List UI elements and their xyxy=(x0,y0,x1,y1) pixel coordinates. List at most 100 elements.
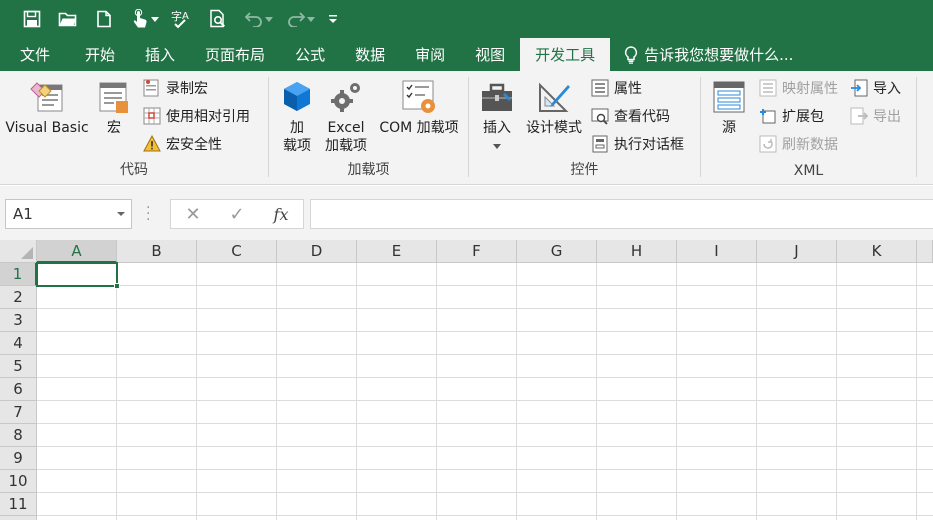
run-dialog-button[interactable]: 执行对话框 xyxy=(591,133,684,155)
gridline xyxy=(37,423,933,424)
worksheet-grid[interactable]: A B C D E F G H I J K 1 2 3 4 5 6 7 8 9 … xyxy=(0,240,933,520)
row-header[interactable]: 11 xyxy=(0,493,37,516)
new-file-icon[interactable] xyxy=(86,0,122,38)
record-macro-button[interactable]: 录制宏 xyxy=(143,77,208,99)
macro-security-label: 宏安全性 xyxy=(166,137,222,153)
row-header[interactable]: 9 xyxy=(0,447,37,470)
design-mode-button[interactable]: 设计模式 xyxy=(521,79,587,137)
xml-group-label: XML xyxy=(793,163,824,179)
tab-data[interactable]: 数据 xyxy=(340,38,400,71)
gridline xyxy=(756,263,757,520)
select-all-button[interactable] xyxy=(0,240,37,263)
row-header[interactable]: 1 xyxy=(0,263,37,286)
gridline xyxy=(676,263,677,520)
column-header[interactable]: B xyxy=(117,240,197,263)
undo-dropdown-icon[interactable] xyxy=(264,0,274,38)
gridline xyxy=(916,263,917,520)
com-addins-button[interactable]: COM 加载项 xyxy=(373,79,465,137)
row-header[interactable]: 7 xyxy=(0,401,37,424)
row-header[interactable]: 5 xyxy=(0,355,37,378)
excel-addins-button[interactable]: Excel 加载项 xyxy=(321,79,371,155)
row-header[interactable]: 4 xyxy=(0,332,37,355)
tab-page-layout[interactable]: 页面布局 xyxy=(190,38,280,71)
enter-formula-button[interactable]: ✓ xyxy=(215,204,259,225)
gridline xyxy=(37,308,933,309)
record-macro-icon xyxy=(143,79,159,97)
row-header-partial[interactable] xyxy=(0,516,37,520)
column-header[interactable]: I xyxy=(677,240,757,263)
map-properties-button[interactable]: 映射属性 xyxy=(759,77,838,99)
row-header[interactable]: 6 xyxy=(0,378,37,401)
tab-insert[interactable]: 插入 xyxy=(130,38,190,71)
refresh-data-button[interactable]: 刷新数据 xyxy=(759,133,838,155)
record-macro-label: 录制宏 xyxy=(166,81,208,97)
gridline xyxy=(37,377,933,378)
column-header[interactable]: K xyxy=(837,240,917,263)
tab-formulas[interactable]: 公式 xyxy=(280,38,340,71)
macros-button[interactable]: 宏 xyxy=(94,79,134,137)
excel-addins-label-line2: 加载项 xyxy=(325,138,367,154)
addins-label-line2: 载项 xyxy=(283,138,311,154)
active-cell-a1[interactable] xyxy=(36,262,120,289)
tell-me-box[interactable]: 告诉我您想要做什么... xyxy=(610,38,793,71)
row-header[interactable]: 3 xyxy=(0,309,37,332)
column-header[interactable]: C xyxy=(197,240,277,263)
gridline xyxy=(37,354,933,355)
code-group-label: 代码 xyxy=(120,162,148,178)
gridline xyxy=(37,285,933,286)
expansion-packs-button[interactable]: 扩展包 xyxy=(759,105,824,127)
import-button[interactable]: 导入 xyxy=(850,77,901,99)
save-icon[interactable] xyxy=(14,0,50,38)
formula-bar-grip-icon[interactable]: · · · xyxy=(146,201,150,227)
lightbulb-icon xyxy=(625,45,638,64)
com-addins-label: COM 加载项 xyxy=(379,120,459,136)
properties-label: 属性 xyxy=(614,81,642,97)
column-header[interactable]: E xyxy=(357,240,437,263)
touch-mode-dropdown-icon[interactable] xyxy=(150,0,160,38)
addins-button[interactable]: 加 载项 xyxy=(277,79,317,155)
macro-security-button[interactable]: 宏安全性 xyxy=(143,133,222,155)
tab-review[interactable]: 审阅 xyxy=(400,38,460,71)
name-box-dropdown-icon[interactable] xyxy=(117,212,125,216)
xml-source-button[interactable]: 源 xyxy=(709,79,749,137)
gridline xyxy=(356,263,357,520)
column-header[interactable]: F xyxy=(437,240,517,263)
warning-icon xyxy=(143,135,161,152)
tab-view[interactable]: 视图 xyxy=(460,38,520,71)
column-header[interactable]: J xyxy=(757,240,837,263)
insert-function-button[interactable]: fx xyxy=(259,205,303,224)
formula-input[interactable] xyxy=(310,199,933,229)
tab-developer[interactable]: 开发工具 xyxy=(520,38,611,71)
relative-reference-button[interactable]: 使用相对引用 xyxy=(143,105,250,127)
export-button[interactable]: 导出 xyxy=(850,105,901,127)
row-header[interactable]: 10 xyxy=(0,470,37,493)
view-code-button[interactable]: 查看代码 xyxy=(591,105,670,127)
refresh-data-icon xyxy=(759,135,777,153)
column-header-partial[interactable] xyxy=(917,240,933,263)
column-header[interactable]: D xyxy=(277,240,357,263)
column-header[interactable]: G xyxy=(517,240,597,263)
customize-icon[interactable] xyxy=(320,0,346,38)
cancel-formula-button[interactable]: ✕ xyxy=(171,204,215,225)
visual-basic-button[interactable]: Visual Basic xyxy=(4,79,90,137)
insert-control-button[interactable]: 插入 xyxy=(475,79,519,149)
xml-source-label: 源 xyxy=(722,120,736,136)
redo-dropdown-icon[interactable] xyxy=(306,0,316,38)
column-header[interactable]: A xyxy=(37,240,117,263)
fill-handle[interactable] xyxy=(114,283,120,289)
name-box[interactable]: A1 xyxy=(5,199,132,229)
map-properties-icon xyxy=(759,79,777,97)
properties-button[interactable]: 属性 xyxy=(591,77,642,99)
controls-group-label: 控件 xyxy=(570,162,599,178)
properties-icon xyxy=(591,79,609,97)
import-icon xyxy=(851,79,868,97)
print-preview-icon[interactable] xyxy=(200,0,236,38)
row-header[interactable]: 2 xyxy=(0,286,37,309)
open-folder-icon[interactable] xyxy=(50,0,86,38)
tab-file[interactable]: 文件 xyxy=(0,38,70,71)
spelling-icon[interactable]: 字A xyxy=(164,0,200,38)
tab-home[interactable]: 开始 xyxy=(70,38,130,71)
row-header[interactable]: 8 xyxy=(0,424,37,447)
view-code-label: 查看代码 xyxy=(614,109,670,125)
column-header[interactable]: H xyxy=(597,240,677,263)
